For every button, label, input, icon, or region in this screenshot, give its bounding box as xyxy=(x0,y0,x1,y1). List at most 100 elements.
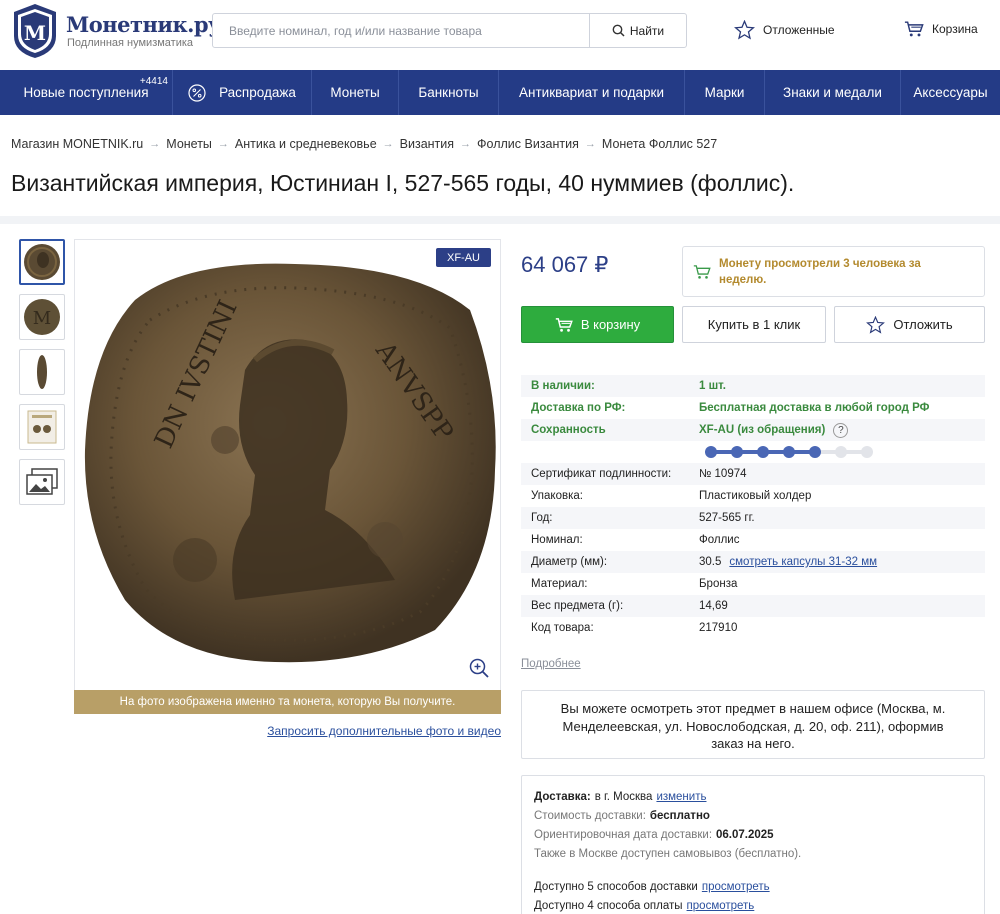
logo-badge-icon: M xyxy=(14,4,56,58)
svg-text:M: M xyxy=(24,21,46,45)
nav-sale[interactable]: Распродажа xyxy=(173,70,312,115)
coin-obverse-thumbnail-icon xyxy=(24,244,60,280)
zoom-icon xyxy=(469,658,489,678)
search-input[interactable] xyxy=(213,14,590,47)
spec-label: В наличии: xyxy=(531,380,595,392)
nav-antiques[interactable]: Антиквариат и подарки xyxy=(499,70,685,115)
new-arrivals-count-badge: +4414 xyxy=(139,76,168,87)
spec-value: 217910 xyxy=(699,622,738,634)
spec-label: Вес предмета (г): xyxy=(531,600,624,612)
price: 64 067 ₽ xyxy=(521,252,609,277)
logo-title: Монетник.ру xyxy=(66,12,222,37)
spec-row-diameter: Диаметр (мм): 30.5 смотреть капсулы 31-3… xyxy=(521,551,985,573)
delivery-methods-link[interactable]: просмотреть xyxy=(702,881,770,893)
site-header: M Монетник.ру Подлинная нумизматика Найт… xyxy=(0,0,1000,70)
thumbnail-obverse[interactable] xyxy=(19,239,65,285)
grade-scale-dot xyxy=(809,446,821,458)
delivery-city-line: Доставка: в г. Москва изменить xyxy=(534,787,972,806)
payment-methods-text: Доступно 4 способа оплаты xyxy=(534,899,683,912)
spec-value: Пластиковый холдер xyxy=(699,490,812,502)
nav-new-arrivals-label: Новые поступления xyxy=(23,85,149,100)
nav-medals[interactable]: Знаки и медали xyxy=(765,70,901,115)
delivery-methods-text: Доступно 5 способов доставки xyxy=(534,880,698,893)
breadcrumb-link[interactable]: Антика и средневековье xyxy=(235,137,377,151)
spec-label: Упаковка: xyxy=(531,490,583,502)
nav-coins-label: Монеты xyxy=(330,85,380,100)
breadcrumb-link[interactable]: Монеты xyxy=(166,137,212,151)
defer-button[interactable]: Отложить xyxy=(834,306,985,343)
spec-row-product-code: Код товара: 217910 xyxy=(521,617,985,639)
spec-value: Бронза xyxy=(699,578,738,590)
viewers-text: Монету просмотрели 3 человека за неделю. xyxy=(719,257,921,286)
star-icon xyxy=(734,20,755,40)
breadcrumb-arrow-icon: → xyxy=(217,138,229,150)
nav-antiques-label: Антиквариат и подарки xyxy=(519,85,664,100)
spec-row-weight: Вес предмета (г): 14,69 xyxy=(521,595,985,617)
defer-label: Отложить xyxy=(893,317,953,332)
nav-banknotes[interactable]: Банкноты xyxy=(399,70,499,115)
spec-row-availability: В наличии: 1 шт. xyxy=(521,375,985,397)
delivery-label: Доставка: xyxy=(534,790,591,803)
search-button-label: Найти xyxy=(629,23,665,38)
add-to-cart-button[interactable]: В корзину xyxy=(521,306,674,343)
svg-text:M: M xyxy=(33,308,51,329)
site-logo[interactable]: M Монетник.ру Подлинная нумизматика xyxy=(10,2,222,62)
cart-icon xyxy=(693,264,711,279)
certificate-thumbnail-icon xyxy=(27,410,57,444)
buy-one-click-button[interactable]: Купить в 1 клик xyxy=(682,306,826,343)
grade-scale-dot xyxy=(861,446,873,458)
nav-accessories[interactable]: Аксессуары xyxy=(901,70,1000,115)
coin-reverse-thumbnail-icon: M xyxy=(24,299,60,335)
grade-scale-dot xyxy=(835,446,847,458)
cart-icon xyxy=(904,21,924,37)
spec-value: XF-AU (из обращения) ? xyxy=(699,422,849,438)
payment-methods-link[interactable]: просмотреть xyxy=(687,900,755,912)
zoom-button[interactable] xyxy=(468,657,490,679)
main-product-image[interactable]: DN IVSTINI ANVSPP xyxy=(74,239,501,714)
spec-value: Фоллис xyxy=(699,534,740,546)
nav-new-arrivals[interactable]: Новые поступления +4414 xyxy=(0,70,173,115)
delivery-info: Доставка: в г. Москва изменить Стоимость… xyxy=(521,775,985,914)
buy-one-click-label: Купить в 1 клик xyxy=(707,317,801,332)
breadcrumb-link[interactable]: Византия xyxy=(400,137,454,151)
delivery-date-value: 06.07.2025 xyxy=(716,828,774,841)
nav-stamps[interactable]: Марки xyxy=(685,70,765,115)
grade-scale-dot xyxy=(705,446,717,458)
spec-label: Код товара: xyxy=(531,622,594,634)
spec-value: № 10974 xyxy=(699,468,747,480)
grade-badge: XF-AU xyxy=(436,248,491,267)
thumbnail-certificate[interactable] xyxy=(19,404,65,450)
breadcrumb-link[interactable]: Фоллис Византия xyxy=(477,137,579,151)
photo-note-banner: На фото изображена именно та монета, кот… xyxy=(74,690,501,714)
delivery-date-line: Ориентировочная дата доставки: 06.07.202… xyxy=(534,825,972,844)
payment-methods-line: Доступно 4 способа оплаты просмотреть xyxy=(534,896,972,914)
nav-coins[interactable]: Монеты xyxy=(312,70,399,115)
favorites-link[interactable]: Отложенные xyxy=(734,20,835,40)
thumbnail-reverse[interactable]: M xyxy=(19,294,65,340)
more-details-link[interactable]: Подробнее xyxy=(521,658,581,670)
percent-icon xyxy=(188,83,206,102)
breadcrumb-link[interactable]: Магазин MONETNIK.ru xyxy=(11,137,143,151)
page-title: Византийская империя, Юстиниан I, 527-56… xyxy=(11,170,795,196)
cart-icon xyxy=(555,317,573,332)
grade-scale xyxy=(705,446,873,458)
spec-value: 1 шт. xyxy=(699,380,726,392)
cart-link[interactable]: Корзина xyxy=(904,20,978,38)
spec-value: 14,69 xyxy=(699,600,728,612)
breadcrumb-current: Монета Фоллис 527 xyxy=(601,137,718,151)
help-icon[interactable]: ? xyxy=(833,422,849,438)
capsules-link[interactable]: смотреть капсулы 31-32 мм xyxy=(729,556,877,568)
thumbnail-edge[interactable] xyxy=(19,349,65,395)
office-notice: Вы можете осмотреть этот предмет в нашем… xyxy=(521,690,985,759)
spec-value: Бесплатная доставка в любой город РФ xyxy=(699,402,930,414)
request-photos-link[interactable]: Запросить дополнительные фото и видео xyxy=(267,724,501,738)
change-city-link[interactable]: изменить xyxy=(656,791,706,803)
thumbnail-gallery[interactable] xyxy=(19,459,65,505)
coin-image-icon: DN IVSTINI ANVSPP xyxy=(84,263,496,663)
grade-scale-row xyxy=(521,441,985,463)
spec-label: Диаметр (мм): xyxy=(531,556,608,568)
star-icon xyxy=(866,315,886,334)
search-button[interactable]: Найти xyxy=(589,14,686,47)
favorites-label: Отложенные xyxy=(763,23,835,37)
delivery-cost-line: Стоимость доставки: бесплатно xyxy=(534,806,972,825)
